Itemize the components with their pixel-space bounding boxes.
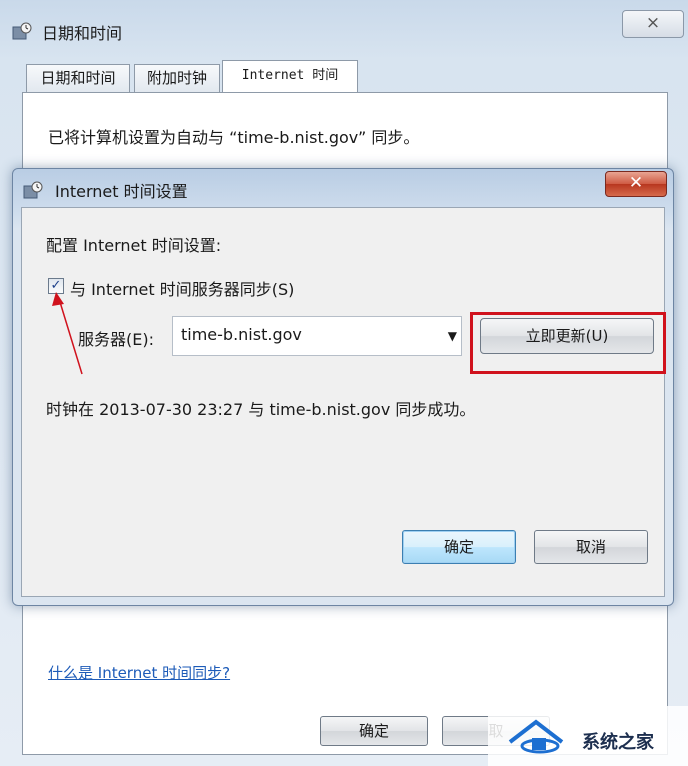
- outer-title-bar: 日期和时间 ⨯: [0, 0, 688, 58]
- update-now-button[interactable]: 立即更新(U): [480, 318, 654, 354]
- home-logo-icon: [508, 719, 564, 754]
- outer-title: 日期和时间: [42, 24, 123, 43]
- chevron-down-icon[interactable]: ▼: [448, 329, 457, 343]
- server-select-value: time-b.nist.gov: [181, 325, 302, 344]
- watermark: 系统之家: [488, 706, 688, 766]
- close-icon[interactable]: ✕: [605, 171, 667, 197]
- tab-date-time[interactable]: 日期和时间: [26, 64, 130, 92]
- inner-title: Internet 时间设置: [55, 182, 188, 201]
- sync-status-text: 已将计算机设置为自动与 “time-b.nist.gov” 同步。: [48, 128, 420, 147]
- tab-internet-time[interactable]: Internet 时间: [222, 60, 358, 92]
- clock-globe-icon: [12, 22, 32, 40]
- help-link[interactable]: 什么是 Internet 时间同步?: [48, 662, 230, 683]
- inner-cancel-button[interactable]: 取消: [534, 530, 648, 564]
- sync-checkbox[interactable]: ✓: [48, 278, 64, 294]
- internet-time-settings-dialog: Internet 时间设置 ✕ 配置 Internet 时间设置: ✓ 与 In…: [12, 168, 674, 606]
- clock-globe-icon: [23, 181, 43, 199]
- inner-body: 配置 Internet 时间设置: ✓ 与 Internet 时间服务器同步(S…: [21, 207, 666, 597]
- config-label: 配置 Internet 时间设置:: [46, 236, 222, 255]
- sync-checkbox-label[interactable]: 与 Internet 时间服务器同步(S): [70, 276, 294, 300]
- server-select[interactable]: time-b.nist.gov ▼: [172, 316, 462, 356]
- tab-additional-clocks[interactable]: 附加时钟: [134, 64, 220, 92]
- server-label: 服务器(E):: [78, 330, 154, 349]
- sync-result-text: 时钟在 2013-07-30 23:27 与 time-b.nist.gov 同…: [46, 400, 476, 419]
- watermark-text: 系统之家: [582, 732, 654, 753]
- inner-ok-button[interactable]: 确定: [402, 530, 516, 564]
- outer-close-button[interactable]: ⨯: [622, 10, 684, 38]
- outer-ok-button[interactable]: 确定: [320, 716, 428, 746]
